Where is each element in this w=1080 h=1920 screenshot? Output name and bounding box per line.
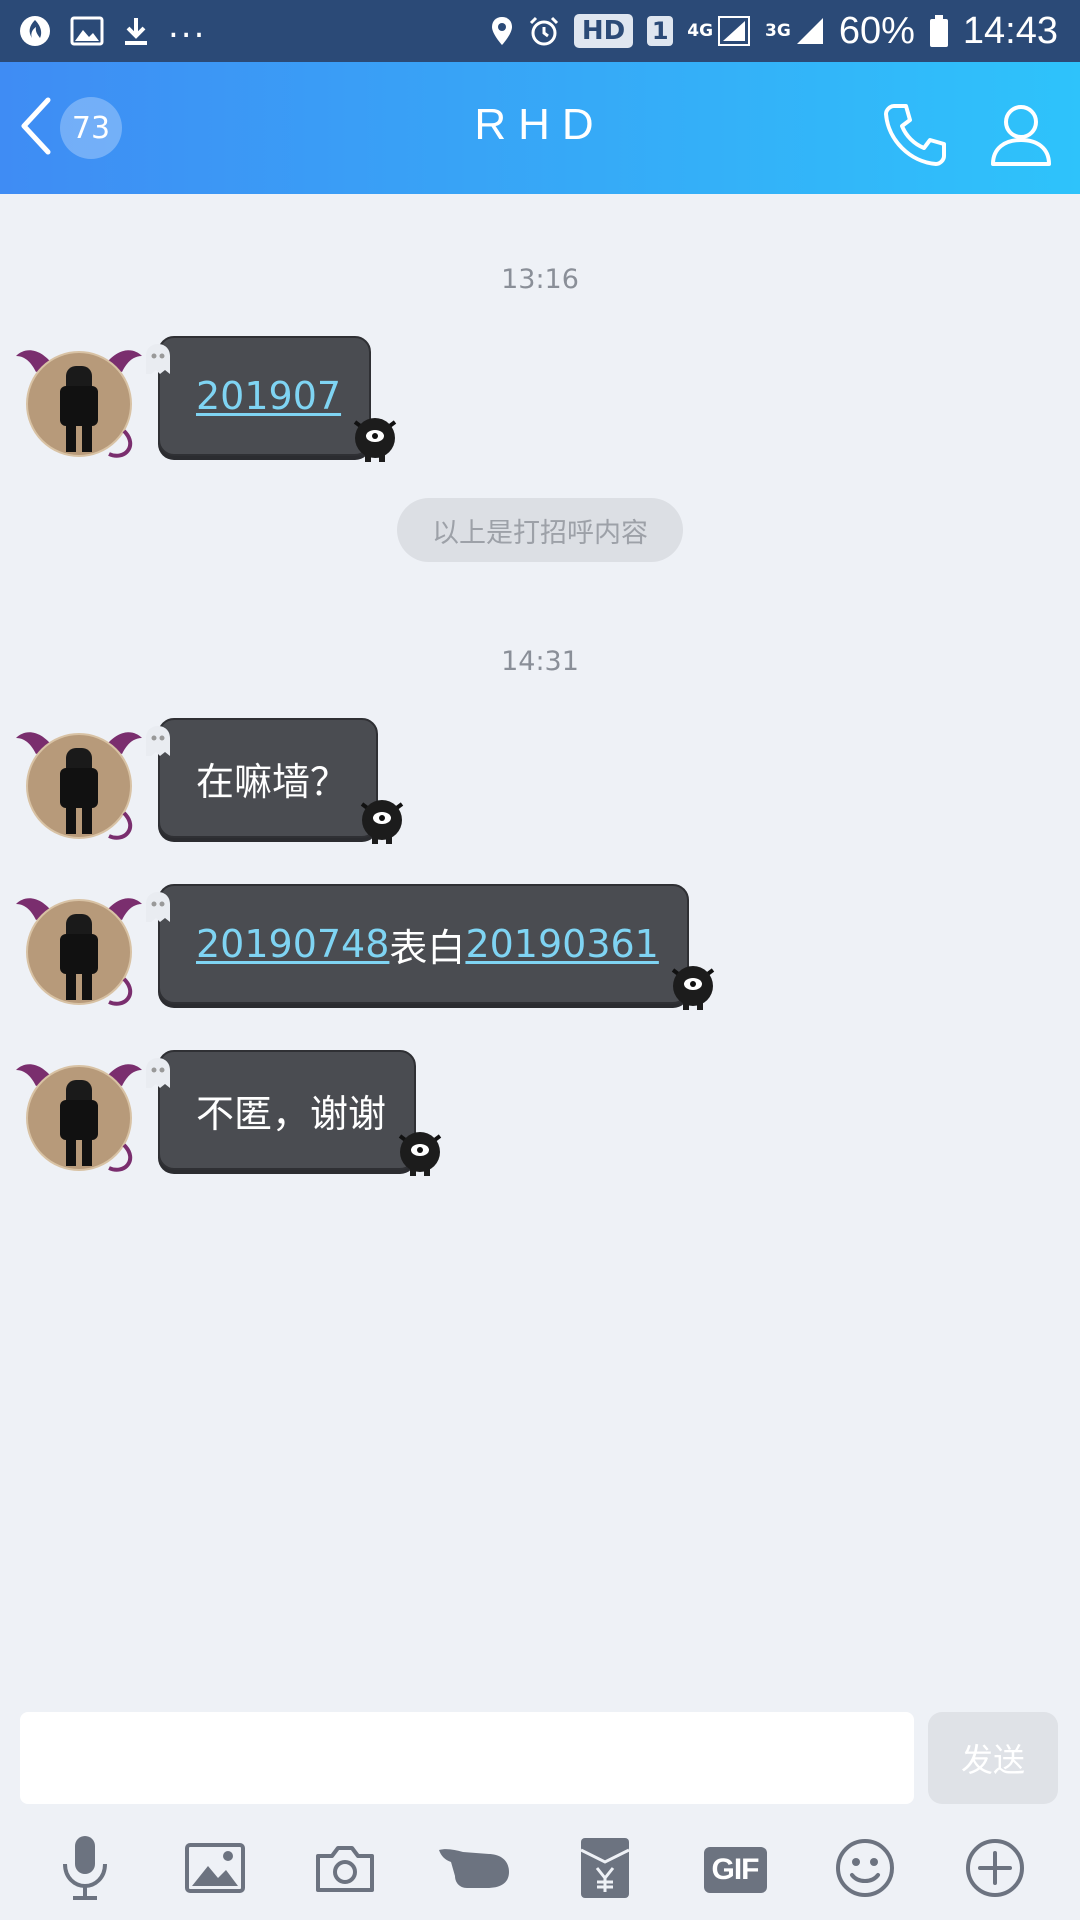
camera-button[interactable] <box>307 1832 383 1908</box>
ghost-decoration-icon <box>142 1056 174 1092</box>
monster-decoration-icon <box>392 1122 448 1178</box>
red-packet-button[interactable] <box>567 1832 643 1908</box>
alarm-icon <box>528 15 560 47</box>
emoji-button[interactable] <box>827 1832 903 1908</box>
signal-4g-icon: 4G <box>687 15 751 47</box>
message-bubble[interactable]: 不匿，谢谢 <box>146 1050 442 1176</box>
voice-button[interactable] <box>47 1832 123 1908</box>
phone-icon <box>880 104 952 174</box>
message-input[interactable] <box>20 1712 914 1804</box>
message-text: 在嘛墙？ <box>196 759 349 804</box>
avatar[interactable] <box>14 1050 144 1180</box>
network-type-label: 3G <box>765 21 791 41</box>
message-link[interactable]: 20190361 <box>465 922 658 966</box>
red-packet-icon <box>579 1836 631 1904</box>
system-notice: 以上是打招呼内容 <box>397 498 683 562</box>
poke-icon <box>437 1842 513 1898</box>
message-link[interactable]: 201907 <box>196 374 341 418</box>
chat-header: 73 RHD <box>0 62 1080 194</box>
message-bubble[interactable]: 在嘛墙？ <box>146 718 404 844</box>
profile-icon <box>985 105 1057 174</box>
gif-icon: GIF <box>703 1847 767 1893</box>
message-row: 20190748 表白 20190361 <box>0 884 1080 1014</box>
composer-toolbar: GIF <box>0 1820 1080 1920</box>
image-icon <box>184 1842 246 1898</box>
status-bar: ... HD 1 4G 3G 60% 14:43 <box>0 0 1080 62</box>
monster-decoration-icon <box>665 956 721 1012</box>
profile-button[interactable] <box>985 98 1057 170</box>
call-button[interactable] <box>880 98 952 170</box>
message-text: 不匿，谢谢 <box>196 1091 387 1136</box>
download-icon <box>122 15 150 47</box>
gif-button[interactable]: GIF <box>697 1832 773 1908</box>
location-icon <box>490 15 514 47</box>
sim-badge: 1 <box>647 16 674 46</box>
battery-icon <box>929 14 949 48</box>
send-button[interactable]: 发送 <box>928 1712 1058 1804</box>
avatar[interactable] <box>14 336 144 466</box>
message-bubble[interactable]: 20190748 表白 20190361 <box>146 884 715 1010</box>
clock: 14:43 <box>962 9 1058 52</box>
signal-3g-icon: 3G <box>765 16 825 46</box>
monster-decoration-icon <box>347 408 403 464</box>
composer: 发送 <box>0 1704 1080 1814</box>
monster-decoration-icon <box>354 790 410 846</box>
poke-button[interactable] <box>437 1832 513 1908</box>
timestamp: 13:16 <box>501 264 579 295</box>
emoji-icon <box>834 1837 896 1903</box>
message-bubble[interactable]: 201907 <box>146 336 397 462</box>
notification-overflow: ... <box>168 6 207 46</box>
message-link[interactable]: 20190748 <box>196 922 389 966</box>
app-notification-icon <box>18 14 52 48</box>
plus-icon <box>964 1837 1026 1903</box>
avatar[interactable] <box>14 718 144 848</box>
avatar[interactable] <box>14 884 144 1014</box>
battery-percent: 60% <box>838 9 915 52</box>
hd-badge: HD <box>573 14 634 48</box>
microphone-icon <box>57 1834 113 1906</box>
message-row: 不匿，谢谢 <box>0 1050 1080 1180</box>
more-button[interactable] <box>957 1832 1033 1908</box>
image-icon <box>70 16 104 46</box>
ghost-decoration-icon <box>142 342 174 378</box>
ghost-decoration-icon <box>142 724 174 760</box>
message-text: 表白 <box>389 925 466 970</box>
ghost-decoration-icon <box>142 890 174 926</box>
message-row: 201907 <box>0 336 1080 466</box>
photo-button[interactable] <box>177 1832 253 1908</box>
message-list[interactable]: 13:16 201907 以上是打招呼内容 14:31 在嘛墙？ 2019074… <box>0 194 1080 1704</box>
camera-icon <box>314 1842 376 1898</box>
timestamp: 14:31 <box>501 646 579 677</box>
message-row: 在嘛墙？ <box>0 718 1080 848</box>
network-type-label: 4G <box>687 21 714 41</box>
